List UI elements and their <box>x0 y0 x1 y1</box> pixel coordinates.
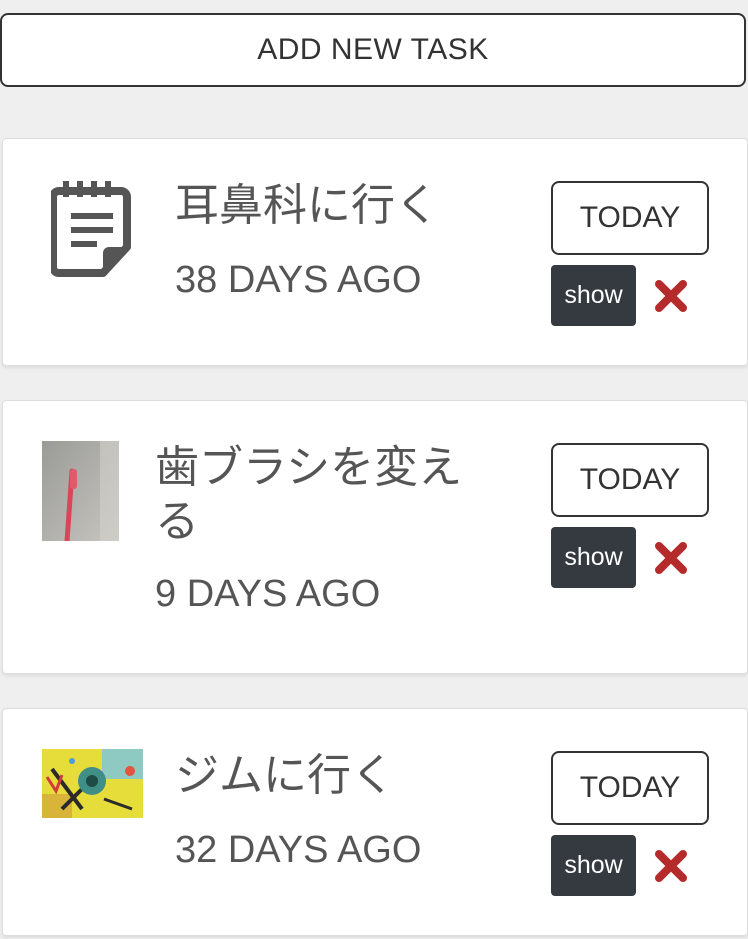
task-title-line2: る <box>155 496 199 547</box>
show-button[interactable]: show <box>551 835 636 896</box>
delete-icon[interactable] <box>653 848 689 884</box>
days-ago: 32 DAYS AGO <box>175 829 422 871</box>
days-ago: 9 DAYS AGO <box>155 573 381 615</box>
task-card: 耳鼻科に行く 38 DAYS AGO TODAY show <box>2 138 748 366</box>
task-title-line1: 歯ブラシを変え <box>155 442 463 493</box>
task-title: 歯ブラシを変え る <box>155 441 462 549</box>
notepad-icon <box>49 179 133 279</box>
task-title: 耳鼻科に行く <box>175 180 439 231</box>
task-card: ジムに行く 32 DAYS AGO TODAY show <box>2 708 748 936</box>
today-button[interactable]: TODAY <box>551 751 709 825</box>
delete-icon[interactable] <box>653 540 689 576</box>
task-title: ジムに行く <box>175 750 395 801</box>
add-new-task-button[interactable]: ADD NEW TASK <box>0 13 746 87</box>
today-button[interactable]: TODAY <box>551 443 709 517</box>
days-ago: 38 DAYS AGO <box>175 259 422 301</box>
show-button[interactable]: show <box>551 527 636 588</box>
show-button[interactable]: show <box>551 265 636 326</box>
task-card: 歯ブラシを変え る 9 DAYS AGO TODAY show <box>2 400 748 674</box>
delete-icon[interactable] <box>653 278 689 314</box>
gym-photo <box>42 749 143 818</box>
today-button[interactable]: TODAY <box>551 181 709 255</box>
toothbrush-photo <box>42 441 119 544</box>
